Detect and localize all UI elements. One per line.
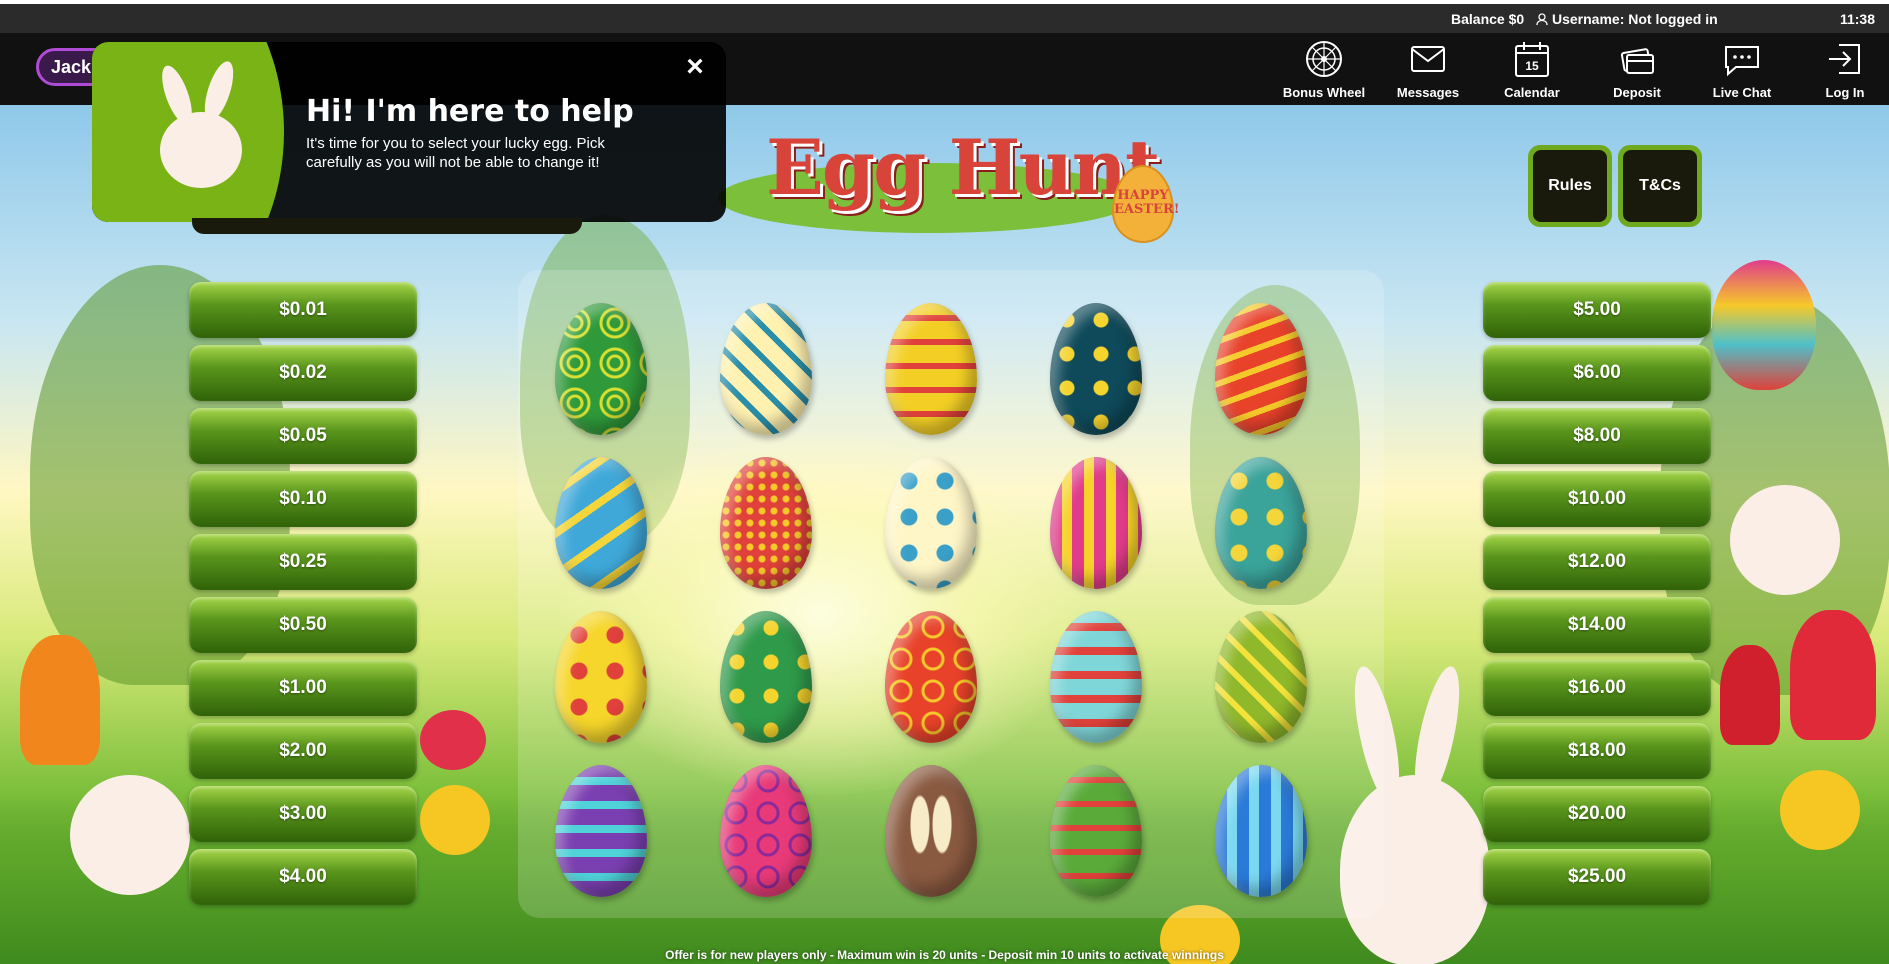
nav-messages[interactable]: Messages <box>1378 37 1478 103</box>
prize-tier: $10.00 <box>1483 471 1711 527</box>
game-title: Egg Hunt <box>766 123 1160 212</box>
nav-label: Deposit <box>1613 85 1661 100</box>
rules-label: Rules <box>1533 150 1607 222</box>
egg-hunt-logo: Egg Hunt HAPPY EASTER! <box>700 115 1179 265</box>
nav-label: Live Chat <box>1712 85 1772 100</box>
red-flower <box>420 710 486 770</box>
prize-tier: $14.00 <box>1483 597 1711 653</box>
rules-button[interactable]: Rules <box>1528 145 1612 227</box>
nav-live-chat[interactable]: Live Chat <box>1692 37 1792 103</box>
balance-text: Balance $0 <box>1451 11 1525 27</box>
prize-tier: $5.00 <box>1483 282 1711 338</box>
nav-label: Bonus Wheel <box>1282 85 1366 100</box>
yellow-daisy <box>420 785 490 855</box>
prize-tier: $16.00 <box>1483 660 1711 716</box>
prize-tier: $2.00 <box>189 723 417 779</box>
prize-tier: $6.00 <box>1483 345 1711 401</box>
prize-tier: $0.01 <box>189 282 417 338</box>
helper-popup: Hi! I'm here to help It's time for you t… <box>92 42 726 222</box>
prize-tier: $3.00 <box>189 786 417 842</box>
prize-tier: $25.00 <box>1483 849 1711 905</box>
red-tulip <box>1790 610 1876 740</box>
calendar-day: 15 <box>1525 59 1539 73</box>
prize-tier: $0.10 <box>189 471 417 527</box>
prize-tier: $4.00 <box>189 849 417 905</box>
user-icon <box>1536 12 1548 25</box>
popup-tab <box>192 218 582 234</box>
status-bar: Balance $0 Username: Not logged in 11:38 <box>0 4 1889 33</box>
nav-label: Messages <box>1396 85 1460 100</box>
prize-tier: $18.00 <box>1483 723 1711 779</box>
nav-label: Log In <box>1825 85 1865 100</box>
red-tulip <box>1720 645 1780 745</box>
nav-bonus-wheel[interactable]: Bonus Wheel <box>1274 37 1374 103</box>
yellow-daisy <box>1780 770 1860 850</box>
footer-disclaimer: Offer is for new players only - Maximum … <box>665 948 1224 962</box>
bunny-character <box>70 775 190 895</box>
prize-tier: $0.50 <box>189 597 417 653</box>
prize-tier: $20.00 <box>1483 786 1711 842</box>
prize-tier: $1.00 <box>189 660 417 716</box>
tcs-button[interactable]: T&Cs <box>1618 145 1702 227</box>
envelope-icon <box>1411 46 1445 72</box>
username-display: Username: Not logged in <box>1536 11 1718 27</box>
login-icon <box>1829 44 1860 74</box>
nav-deposit[interactable]: Deposit <box>1587 37 1687 103</box>
wheel-icon <box>1306 41 1342 77</box>
happy-easter-badge: HAPPY EASTER! <box>1112 165 1179 243</box>
prize-tier: $0.25 <box>189 534 417 590</box>
tcs-label: T&Cs <box>1623 150 1697 222</box>
nav-label: Calendar <box>1504 85 1560 100</box>
nav-log-in[interactable]: Log In <box>1797 37 1889 103</box>
chat-icon <box>1725 46 1759 77</box>
popup-accent <box>92 42 284 222</box>
calendar-icon: 15 <box>1515 42 1549 77</box>
prize-tier: $8.00 <box>1483 408 1711 464</box>
easter-balloon <box>1712 260 1816 390</box>
popup-message: It's time for you to select your lucky e… <box>306 135 605 171</box>
bunny-ear <box>1405 662 1469 808</box>
popup-title: Hi! I'm here to help <box>306 94 634 129</box>
orange-tulip <box>20 635 100 765</box>
prize-tier: $0.02 <box>189 345 417 401</box>
username-text: Username: Not logged in <box>1552 11 1718 27</box>
prize-tier: $0.05 <box>189 408 417 464</box>
prize-tier: $12.00 <box>1483 534 1711 590</box>
bunny-icon <box>160 112 242 188</box>
cards-icon <box>1620 48 1654 74</box>
nav-calendar[interactable]: 15 Calendar <box>1482 37 1582 103</box>
close-icon[interactable]: × <box>680 52 710 82</box>
clock-text: 11:38 <box>1839 11 1875 27</box>
bunny-character <box>1730 485 1840 595</box>
